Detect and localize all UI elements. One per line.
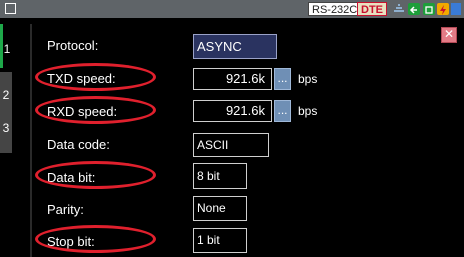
txd-speed-field[interactable]: 921.6k [193, 68, 272, 90]
parity-label: Parity: [47, 202, 84, 217]
window-icon [5, 3, 16, 14]
protocol-field[interactable]: ASYNC [193, 34, 277, 59]
tab-2-label: 2 [2, 88, 10, 102]
data-bit-field[interactable]: 8 bit [193, 163, 247, 189]
highlight-ellipse-rxd [35, 96, 156, 124]
tab-1-label: 1 [3, 42, 11, 56]
status-bar: RS-232C DTE [0, 0, 464, 18]
mode-badge: DTE [357, 2, 387, 16]
display-icon [423, 3, 435, 15]
highlight-ellipse-stop-bit [35, 225, 156, 253]
rxd-speed-unit: bps [298, 104, 318, 118]
divider [30, 24, 32, 257]
data-code-field[interactable]: ASCII [193, 133, 269, 157]
tab-3-label: 3 [2, 121, 10, 135]
stop-bit-field[interactable]: 1 bit [193, 228, 247, 253]
protocol-label: Protocol: [47, 38, 99, 53]
power-icon [437, 3, 449, 15]
data-code-label: Data code: [47, 137, 110, 152]
highlight-ellipse-txd [35, 63, 156, 91]
highlight-ellipse-data-bit [35, 161, 156, 189]
tab-3[interactable]: 3 [0, 105, 12, 153]
interface-badge: RS-232C [308, 2, 362, 16]
battery-icon [451, 3, 461, 15]
rxd-speed-field[interactable]: 921.6k [193, 100, 272, 122]
tab-1[interactable]: 1 [0, 24, 12, 68]
parity-field[interactable]: None [193, 196, 247, 221]
close-button[interactable]: ✕ [441, 27, 457, 43]
txd-speed-unit: bps [298, 72, 318, 86]
connection-icon [408, 3, 420, 15]
rxd-speed-more-button[interactable]: ... [274, 100, 291, 122]
txd-speed-more-button[interactable]: ... [274, 68, 291, 90]
signal-icon [394, 4, 404, 12]
